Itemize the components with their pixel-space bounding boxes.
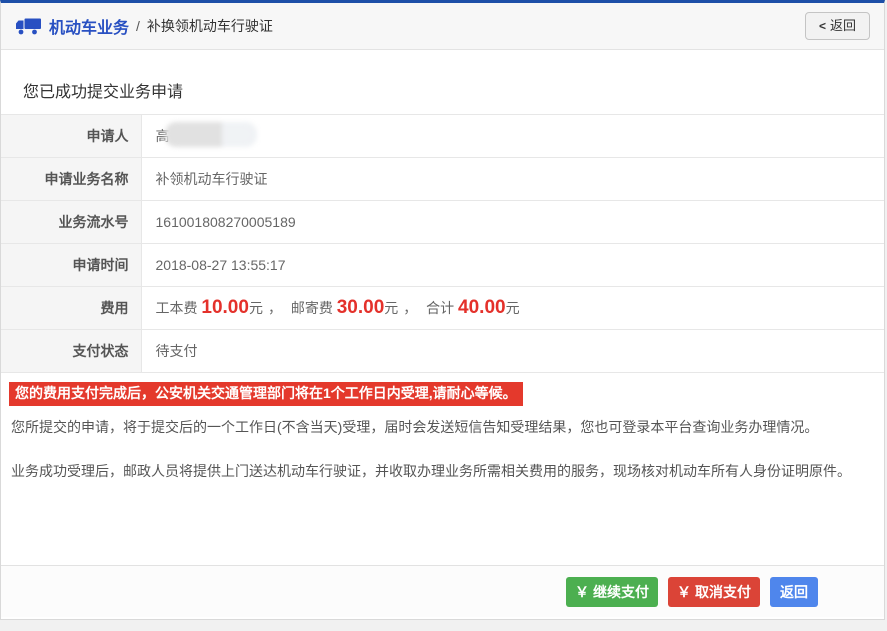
table-row-serial-number: 业务流水号 161001808270005189: [1, 201, 884, 244]
fee-item1-unit: 元: [249, 300, 263, 316]
table-row-business-name: 申请业务名称 补领机动车行驶证: [1, 158, 884, 201]
serial-number-value: 161001808270005189: [141, 201, 884, 244]
page-card: 机动车业务 / 补换领机动车行驶证 < 返回 您已成功提交业务申请 申请人 高 申…: [0, 0, 885, 620]
applicant-value: 高: [141, 115, 884, 158]
applicant-label: 申请人: [1, 115, 141, 158]
main-content: 您已成功提交业务申请 申请人 高 申请业务名称 补领机动车行驶证 业务流水号 1…: [1, 50, 884, 565]
serial-number-label: 业务流水号: [1, 201, 141, 244]
chevron-left-icon: <: [819, 19, 826, 33]
table-row-payment-status: 支付状态 待支付: [1, 330, 884, 373]
table-row-fee: 费用 工本费 10.00元， 邮寄费 30.00元， 合计 40.00元: [1, 287, 884, 330]
fee-label: 费用: [1, 287, 141, 330]
breadcrumb-current: 补换领机动车行驶证: [147, 16, 273, 36]
payment-status-value: 待支付: [141, 330, 884, 373]
notice-banner: 您的费用支付完成后，公安机关交通管理部门将在1个工作日内受理,请耐心等候。: [9, 382, 523, 406]
payment-status-label: 支付状态: [1, 330, 141, 373]
breadcrumb-separator: /: [136, 18, 140, 34]
back-button-top[interactable]: < 返回: [805, 12, 870, 40]
fee-comma1: ，: [268, 300, 282, 316]
redaction-blur: [165, 122, 257, 147]
business-name-value: 补领机动车行驶证: [141, 158, 884, 201]
fee-item2-amount: 30.00: [337, 297, 385, 318]
return-button[interactable]: 返回: [770, 577, 818, 607]
yen-icon: ￥: [575, 584, 589, 600]
back-button-top-label: 返回: [830, 18, 856, 33]
continue-pay-button[interactable]: ￥继续支付: [566, 577, 658, 607]
return-label: 返回: [780, 584, 808, 600]
fee-total-unit: 元: [506, 300, 520, 316]
fee-item2-label: 邮寄费: [291, 300, 333, 316]
fee-item1-amount: 10.00: [201, 297, 249, 318]
business-name-label: 申请业务名称: [1, 158, 141, 201]
fee-total-amount: 40.00: [458, 297, 506, 318]
paragraph-delivery-info: 业务成功受理后，邮政人员将提供上门送达机动车行驶证，并收取办理业务所需相关费用的…: [11, 461, 870, 481]
yen-icon: ￥: [677, 584, 691, 600]
apply-time-value: 2018-08-27 13:55:17: [141, 244, 884, 287]
header: 机动车业务 / 补换领机动车行驶证 < 返回: [1, 3, 884, 50]
fee-comma2: ，: [403, 300, 417, 316]
continue-pay-label: 继续支付: [593, 584, 649, 600]
fee-item2-unit: 元: [384, 300, 398, 316]
cancel-pay-button[interactable]: ￥取消支付: [668, 577, 760, 607]
page-title: 您已成功提交业务申请: [23, 78, 884, 102]
fee-value: 工本费 10.00元， 邮寄费 30.00元， 合计 40.00元: [141, 287, 884, 330]
application-info-table: 申请人 高 申请业务名称 补领机动车行驶证 业务流水号 161001808270…: [1, 114, 884, 373]
fee-item1-label: 工本费: [156, 300, 198, 316]
table-row-apply-time: 申请时间 2018-08-27 13:55:17: [1, 244, 884, 287]
fee-total-label: 合计: [426, 300, 454, 316]
footer-action-bar: ￥继续支付 ￥取消支付 返回: [1, 565, 884, 617]
table-row-applicant: 申请人 高: [1, 115, 884, 158]
breadcrumb-section-link[interactable]: 机动车业务: [49, 14, 129, 38]
cancel-pay-label: 取消支付: [695, 584, 751, 600]
truck-icon: [15, 17, 42, 36]
apply-time-label: 申请时间: [1, 244, 141, 287]
paragraph-processing-info: 您所提交的申请，将于提交后的一个工作日(不含当天)受理，届时会发送短信告知受理结…: [11, 417, 870, 437]
